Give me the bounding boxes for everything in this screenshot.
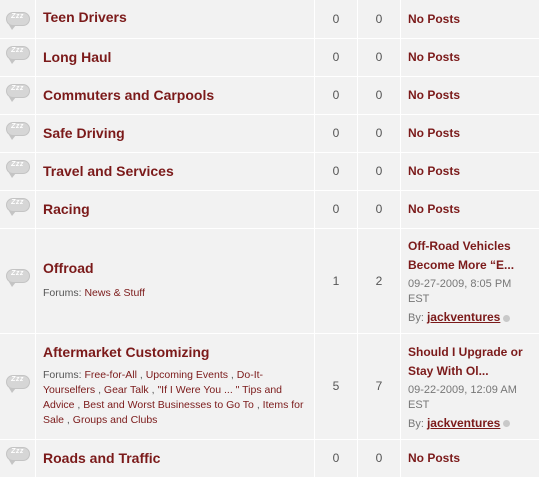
post-count: 0 (357, 439, 401, 478)
forum-status-icon: Zzz (5, 197, 30, 216)
subforum-list: Forums: Free-for-All , Upcoming Events ,… (43, 369, 304, 426)
forum-row: Zzz Aftermarket Customizing Forums: Free… (0, 333, 540, 440)
subforum-link[interactable]: Free-for-All (84, 369, 137, 381)
by-label: By: (408, 417, 424, 430)
subforums-label: Forums: (43, 369, 82, 381)
last-post-by: By: jackventures (408, 416, 535, 430)
by-label: By: (408, 312, 424, 324)
subforum-link[interactable]: Gear Talk (104, 384, 149, 396)
forum-row: Zzz Offroad Forums: News & Stuff 1 2 Off… (0, 228, 540, 334)
last-post-date: 09-22-2009, 12:09 AM EST (408, 383, 517, 411)
last-post-title[interactable]: Should I Upgrade or Stay With Ol... (408, 343, 535, 381)
forum-title-link[interactable]: Safe Driving (43, 125, 314, 141)
forum-row: Zzz Safe Driving 0 0 No Posts (0, 114, 540, 153)
thread-count: 0 (314, 0, 358, 39)
offline-status-icon (503, 314, 511, 322)
forum-status-icon: Zzz (5, 45, 30, 64)
forum-row: Zzz Travel and Services 0 0 No Posts (0, 152, 540, 191)
thread-count: 0 (314, 190, 358, 229)
forum-row: Zzz Long Haul 0 0 No Posts (0, 38, 540, 77)
forum-title-link[interactable]: Roads and Traffic (43, 450, 314, 466)
last-post-user-link[interactable]: jackventures (427, 310, 500, 324)
post-count: 0 (357, 0, 401, 39)
post-count: 0 (357, 190, 401, 229)
last-post-user-link[interactable]: jackventures (427, 416, 500, 430)
thread-count: 1 (314, 228, 358, 334)
last-post-none: No Posts (408, 126, 461, 140)
last-post-date: 09-27-2009, 8:05 PM EST (408, 278, 512, 305)
thread-count: 0 (314, 38, 358, 77)
forum-row: Zzz Roads and Traffic 0 0 No Posts (0, 439, 540, 478)
last-post-none: No Posts (408, 11, 461, 26)
post-count: 7 (357, 333, 401, 440)
forum-status-icon: Zzz (5, 83, 30, 102)
last-post-none: No Posts (408, 451, 461, 465)
forum-title-link[interactable]: Travel and Services (43, 163, 314, 179)
subforums-label: Forums: (43, 287, 82, 299)
post-count: 2 (357, 228, 401, 334)
forum-status-icon: Zzz (5, 446, 30, 465)
post-count: 0 (357, 38, 401, 77)
forum-status-icon: Zzz (5, 12, 30, 30)
thread-count: 0 (314, 152, 358, 191)
forum-title-link[interactable]: Racing (43, 201, 314, 217)
forum-title-link[interactable]: Commuters and Carpools (43, 87, 314, 103)
subforum-link[interactable]: Upcoming Events (146, 369, 228, 381)
thread-count: 5 (314, 333, 358, 440)
subforum-link[interactable]: Groups and Clubs (73, 414, 158, 426)
post-count: 0 (357, 152, 401, 191)
thread-count: 0 (314, 114, 358, 153)
post-count: 0 (357, 76, 401, 115)
last-post-title[interactable]: Off-Road Vehicles Become More “E... (408, 237, 535, 275)
offline-status-icon (503, 420, 511, 428)
last-post-none: No Posts (408, 202, 461, 216)
last-post-by: By: jackventures (408, 310, 535, 324)
subforum-link[interactable]: News & Stuff (84, 287, 145, 299)
forum-title-link[interactable]: Teen Drivers (43, 9, 314, 25)
subforum-link[interactable]: Best and Worst Businesses to Go To (83, 399, 254, 411)
last-post-none: No Posts (408, 164, 461, 178)
forum-status-icon: Zzz (5, 121, 30, 140)
forum-title-link[interactable]: Long Haul (43, 49, 314, 65)
subforum-list: Forums: News & Stuff (43, 286, 314, 301)
forum-title-link[interactable]: Offroad (43, 260, 314, 276)
forum-list: Zzz Teen Drivers 0 0 No Posts Zzz Long H… (0, 0, 540, 478)
thread-count: 0 (314, 439, 358, 478)
forum-status-icon: Zzz (5, 159, 30, 178)
forum-title-link[interactable]: Aftermarket Customizing (43, 344, 314, 360)
forum-row: Zzz Teen Drivers 0 0 No Posts (0, 0, 540, 39)
forum-status-icon: Zzz (5, 269, 30, 287)
forum-status-icon: Zzz (5, 374, 30, 393)
last-post-none: No Posts (408, 50, 461, 64)
forum-row: Zzz Racing 0 0 No Posts (0, 190, 540, 229)
last-post-none: No Posts (408, 88, 461, 102)
post-count: 0 (357, 114, 401, 153)
thread-count: 0 (314, 76, 358, 115)
forum-row: Zzz Commuters and Carpools 0 0 No Posts (0, 76, 540, 115)
